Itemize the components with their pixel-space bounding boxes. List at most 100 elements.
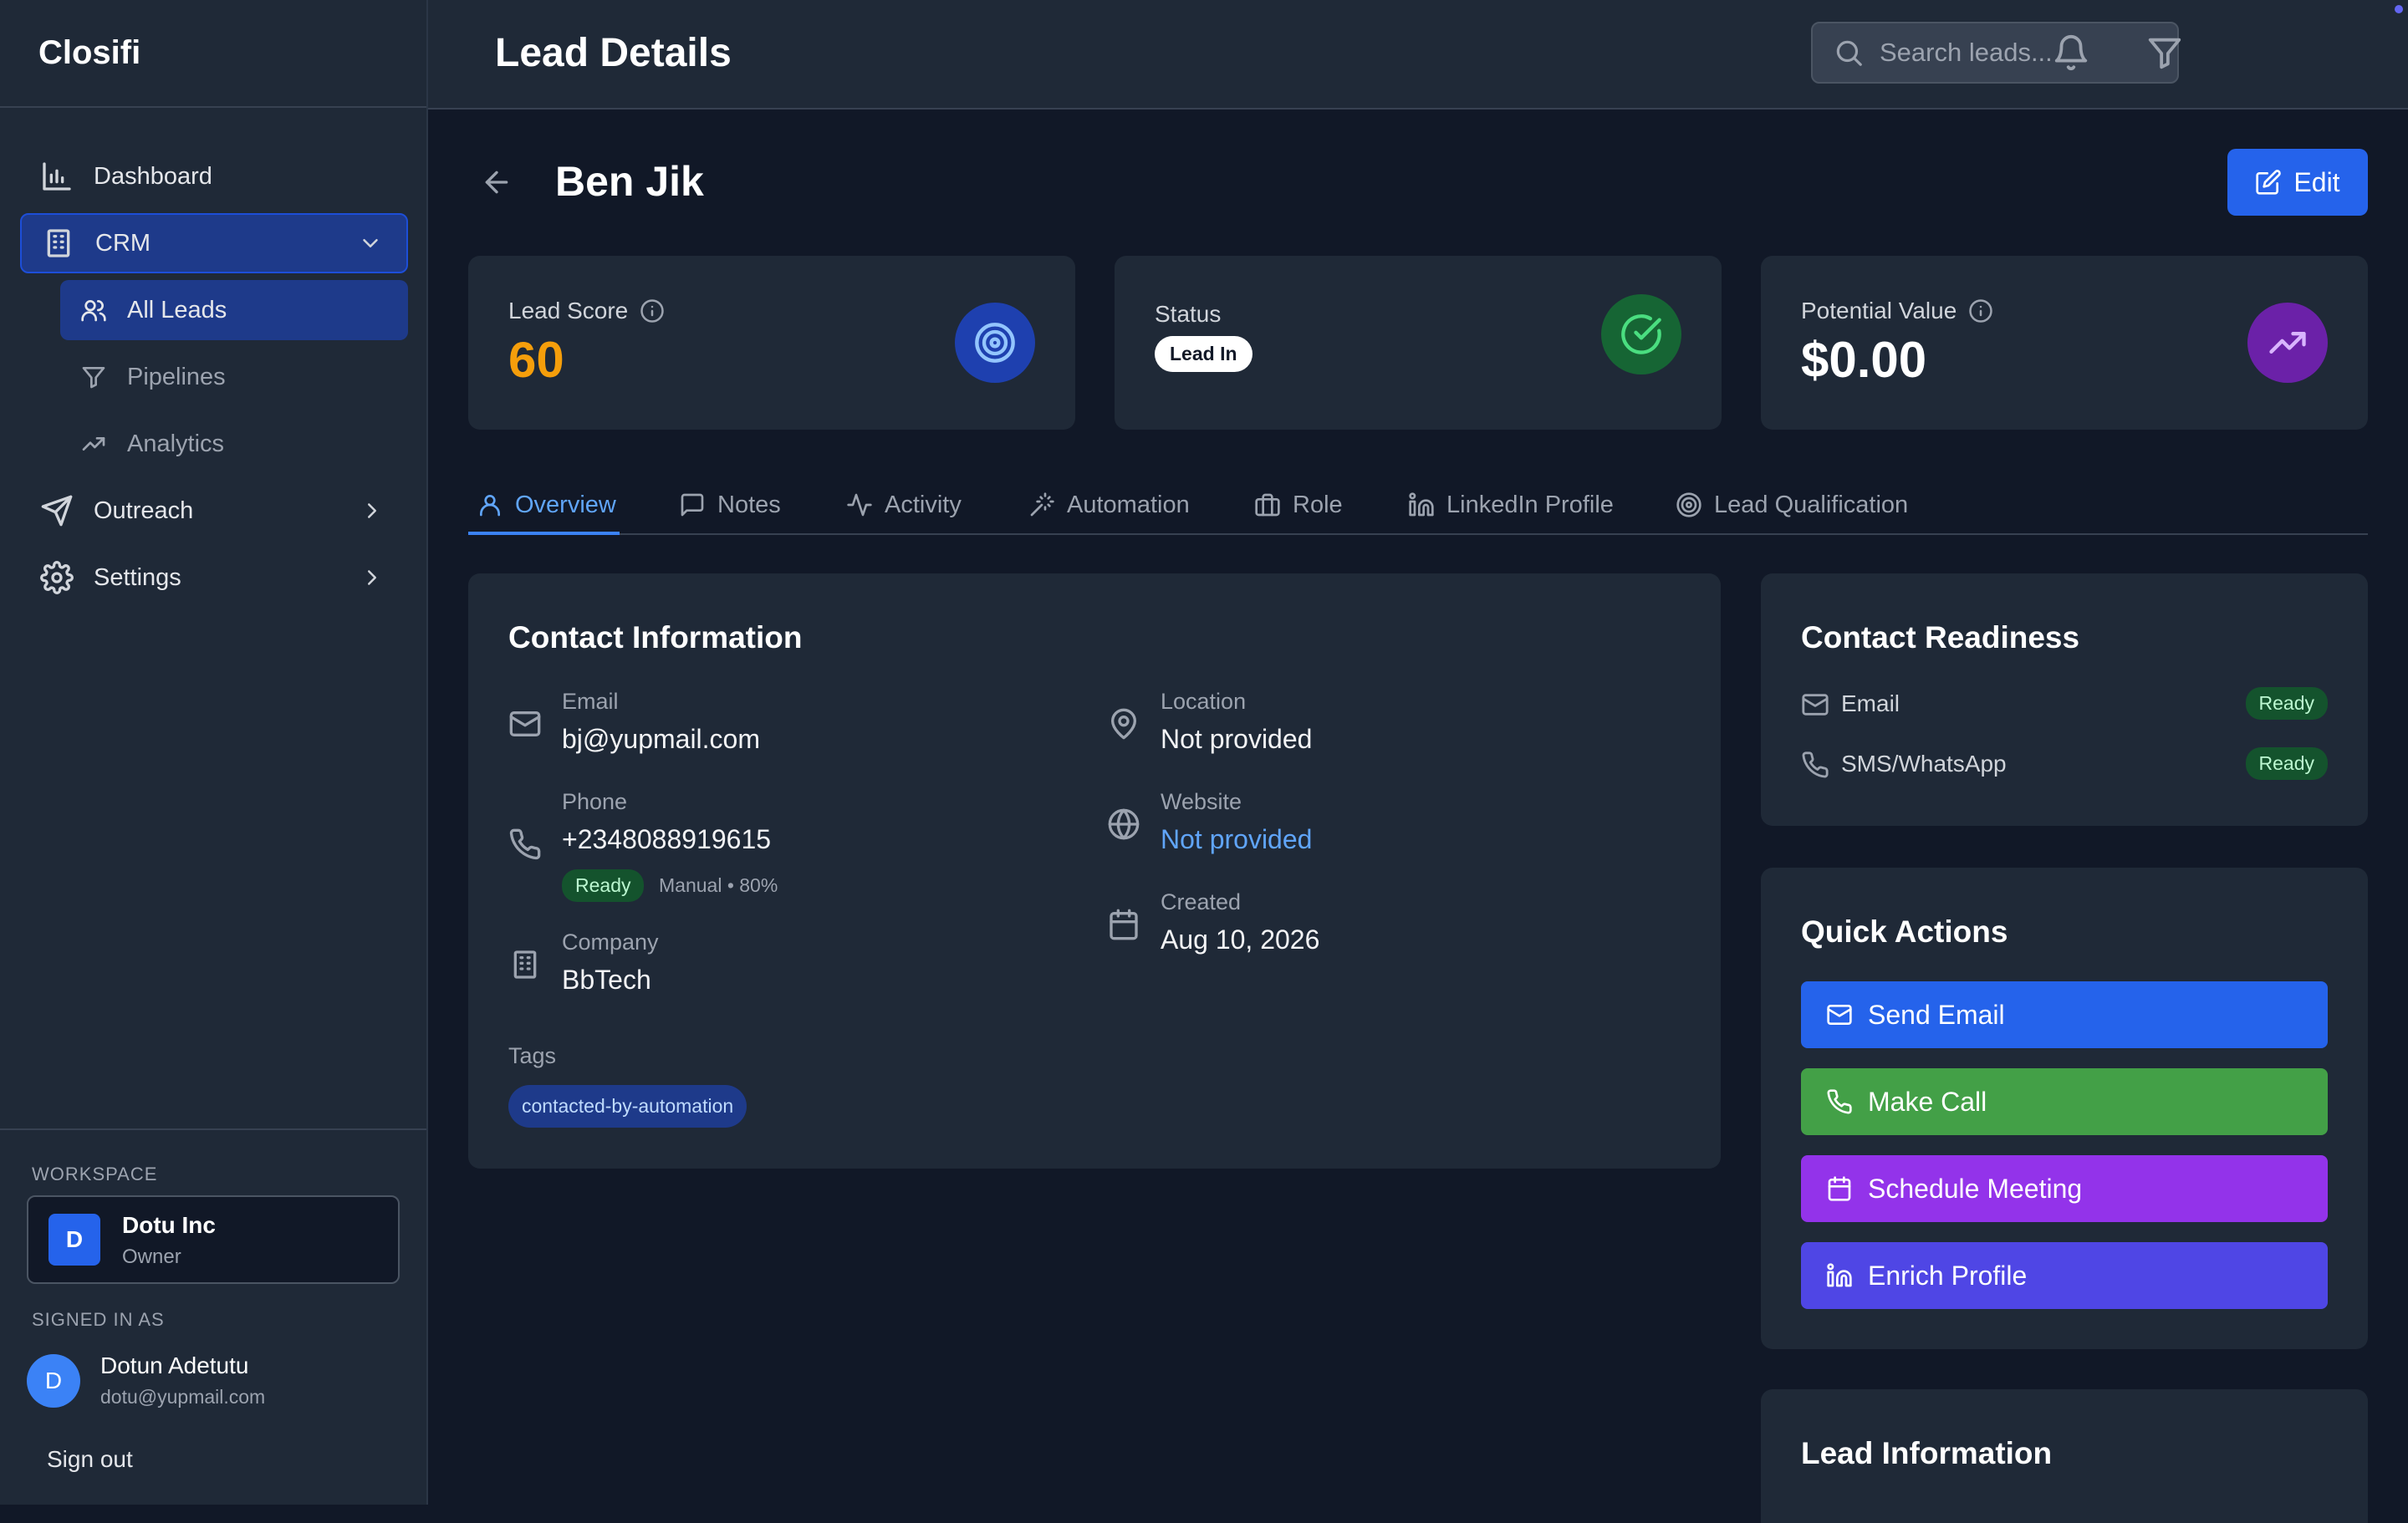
tab-overview[interactable]: Overview xyxy=(468,476,620,535)
sidebar-item-outreach[interactable]: Outreach xyxy=(20,481,408,541)
sidebar-item-all-leads[interactable]: All Leads xyxy=(60,280,408,340)
calendar-icon xyxy=(1828,1176,1851,1201)
back-arrow-icon[interactable] xyxy=(480,166,513,199)
readiness-sms-label: SMS/WhatsApp xyxy=(1841,751,2007,777)
sidebar-item-dashboard[interactable]: Dashboard xyxy=(20,146,408,206)
sign-out-button[interactable]: Sign out xyxy=(47,1446,133,1473)
button-label: Schedule Meeting xyxy=(1868,1173,2083,1204)
button-label: Send Email xyxy=(1868,999,2005,1030)
sidebar-item-analytics[interactable]: Analytics xyxy=(60,414,408,474)
info-icon[interactable] xyxy=(640,298,665,323)
email-value[interactable]: bj@yupmail.com xyxy=(562,724,760,755)
workspace-heading: WORKSPACE xyxy=(32,1164,158,1184)
tab-notes[interactable]: Notes xyxy=(679,476,781,533)
sidebar-item-crm[interactable]: CRM xyxy=(20,213,408,273)
potential-value-card: Potential Value $0.00 xyxy=(1761,256,2368,430)
activity-icon xyxy=(847,493,872,517)
created-value: Aug 10, 2026 xyxy=(1161,924,1320,955)
filter-icon xyxy=(82,367,105,389)
potential-value: $0.00 xyxy=(1801,332,1927,388)
potential-value-label-row: Potential Value xyxy=(1801,298,1993,324)
status-label: Status xyxy=(1155,301,1222,327)
target-icon xyxy=(975,323,1015,363)
send-email-button[interactable]: Send Email xyxy=(1801,981,2328,1048)
workspace-name: Dotu Inc xyxy=(122,1212,216,1238)
location-value: Not provided xyxy=(1161,724,1313,754)
schedule-meeting-button[interactable]: Schedule Meeting xyxy=(1801,1155,2328,1222)
user-name: Dotun Adetutu xyxy=(100,1352,249,1378)
workspace-switcher[interactable]: D Dotu Inc Owner xyxy=(27,1195,400,1284)
status-label-row: Status xyxy=(1155,301,1221,328)
globe-icon xyxy=(1108,808,1140,840)
contact-information-card: Contact Information Email bj@yupmail.com… xyxy=(468,573,1721,1169)
tags-label: Tags xyxy=(508,1043,557,1068)
readiness-email-status: Ready xyxy=(2245,687,2328,720)
avatar: D xyxy=(27,1354,80,1408)
mail-icon xyxy=(1827,1005,1852,1025)
target-icon xyxy=(1676,492,1701,517)
lead-score-label-row: Lead Score xyxy=(508,298,665,324)
lead-score-value: 60 xyxy=(508,332,564,388)
tab-activity[interactable]: Activity xyxy=(846,476,962,533)
lead-score-label: Lead Score xyxy=(508,298,629,323)
card-title: Contact Information xyxy=(508,620,803,655)
lead-name: Ben Jik xyxy=(555,158,704,205)
bell-icon[interactable] xyxy=(2052,33,2090,72)
mail-icon xyxy=(1802,694,1829,716)
tab-linkedin-profile[interactable]: LinkedIn Profile xyxy=(1408,476,1614,533)
sidebar-item-pipelines[interactable]: Pipelines xyxy=(60,347,408,407)
tab-role[interactable]: Role xyxy=(1254,476,1343,533)
info-icon[interactable] xyxy=(1968,298,1993,323)
website-link[interactable]: Not provided xyxy=(1161,824,1312,855)
website-label: Website xyxy=(1161,789,1242,814)
gear-icon xyxy=(40,561,74,594)
status-badge: Lead In xyxy=(1155,336,1252,372)
user-icon xyxy=(480,495,500,517)
search-input[interactable] xyxy=(1878,37,2166,69)
linkedin-icon xyxy=(1827,1263,1852,1287)
user-email: dotu@yupmail.com xyxy=(100,1386,266,1408)
readiness-sms-status: Ready xyxy=(2245,747,2328,780)
building-icon xyxy=(47,229,70,257)
sidebar-item-label: All Leads xyxy=(127,296,227,323)
card-title: Contact Readiness xyxy=(1801,620,2080,655)
tab-label: Lead Qualification xyxy=(1714,491,1909,518)
check-badge xyxy=(1601,294,1681,374)
search-box[interactable] xyxy=(1811,22,2179,84)
make-call-button[interactable]: Make Call xyxy=(1801,1068,2328,1135)
brand-logo[interactable]: Closifi xyxy=(0,0,426,108)
sidebar-item-label: Analytics xyxy=(127,430,225,457)
readiness-email-label: Email xyxy=(1841,690,1900,716)
status-card: Status Lead In xyxy=(1115,256,1722,430)
phone-value[interactable]: +2348088919615 xyxy=(562,824,771,855)
card-title: Quick Actions xyxy=(1801,914,2008,949)
tab-lead-qualification[interactable]: Lead Qualification xyxy=(1676,476,1908,533)
page-title: Lead Details xyxy=(495,31,732,75)
sidebar-item-label: Settings xyxy=(94,563,181,591)
tab-label: Automation xyxy=(1067,491,1190,518)
signed-in-heading: SIGNED IN AS xyxy=(32,1309,165,1330)
edit-button[interactable]: Edit xyxy=(2227,149,2368,216)
lead-tabs: Overview Notes Activity Automation Role … xyxy=(468,476,2368,535)
check-circle-icon xyxy=(1621,314,1661,354)
users-icon xyxy=(81,300,106,322)
message-square-icon xyxy=(681,493,704,517)
building-icon xyxy=(513,950,537,979)
lead-score-card: Lead Score 60 xyxy=(468,256,1075,430)
enrich-profile-button[interactable]: Enrich Profile xyxy=(1801,1242,2328,1309)
tag-chip[interactable]: contacted-by-automation xyxy=(508,1085,747,1128)
sidebar: Closifi Dashboard CRM All Leads Pipeline… xyxy=(0,0,428,1505)
contact-readiness-card: Contact Readiness Email Ready SMS/WhatsA… xyxy=(1761,573,2368,826)
quick-actions-card: Quick Actions Send Email Make Call Sched… xyxy=(1761,868,2368,1349)
bar-chart-icon xyxy=(43,162,71,191)
filter-icon[interactable] xyxy=(2145,33,2184,72)
trending-up-icon xyxy=(2269,332,2306,354)
card-title: Lead Information xyxy=(1801,1436,2053,1470)
sidebar-item-settings[interactable]: Settings xyxy=(20,548,408,608)
location-label: Location xyxy=(1161,689,1247,714)
tab-automation[interactable]: Automation xyxy=(1028,476,1190,533)
lead-information-card: Lead Information xyxy=(1761,1389,2368,1523)
tab-label: LinkedIn Profile xyxy=(1446,491,1614,518)
company-value: BbTech xyxy=(562,965,651,995)
sidebar-item-label: Dashboard xyxy=(94,162,212,190)
